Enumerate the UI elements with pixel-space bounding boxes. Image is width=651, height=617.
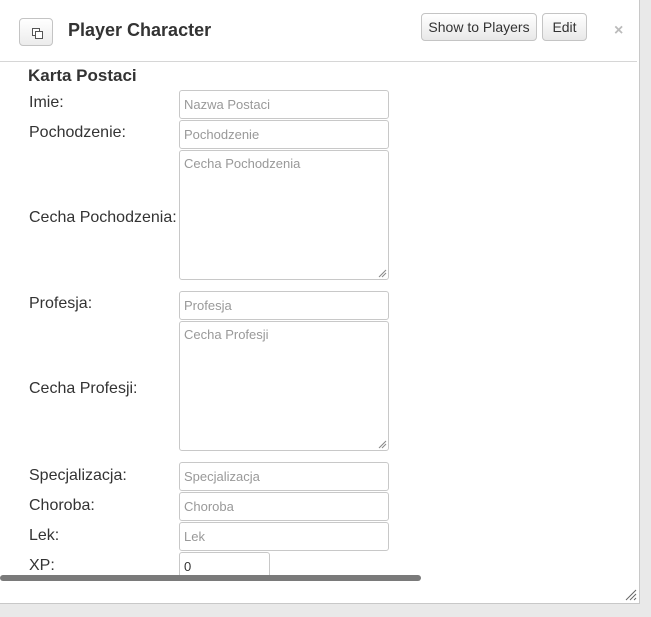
popout-button[interactable] (19, 18, 53, 46)
origin-trait-label: Cecha Pochodzenia: (29, 209, 177, 226)
dialog-header: Player Character Show to Players Edit × (0, 0, 637, 62)
profession-field[interactable] (179, 291, 389, 320)
close-icon[interactable]: × (614, 22, 623, 40)
dialog-title: Player Character (68, 20, 212, 40)
character-sheet-dialog: Player Character Show to Players Edit × … (0, 0, 640, 604)
disease-field[interactable] (179, 492, 389, 521)
name-field[interactable] (179, 90, 389, 119)
show-to-players-button[interactable]: Show to Players (421, 13, 537, 41)
textarea-resize-grip-icon[interactable] (378, 440, 387, 449)
origin-label: Pochodzenie: (29, 124, 126, 141)
sheet-content[interactable]: Karta Postaci Imie: Pochodzenie: Cecha P… (0, 62, 637, 582)
resize-grip-icon[interactable] (625, 589, 637, 601)
profession-trait-label: Cecha Profesji: (29, 380, 138, 397)
sheet-title: Karta Postaci (28, 66, 137, 85)
profession-trait-field[interactable] (179, 321, 389, 451)
origin-field[interactable] (179, 120, 389, 149)
disease-label: Choroba: (29, 497, 95, 514)
horizontal-scrollbar[interactable] (0, 575, 421, 581)
specialization-field[interactable] (179, 462, 389, 491)
origin-trait-field[interactable] (179, 150, 389, 280)
fear-label: Lek: (29, 527, 60, 544)
profession-label: Profesja: (29, 295, 93, 312)
name-label: Imie: (29, 94, 64, 111)
xp-label: XP: (29, 557, 55, 574)
textarea-resize-grip-icon[interactable] (378, 269, 387, 278)
fear-field[interactable] (179, 522, 389, 551)
edit-button[interactable]: Edit (542, 13, 587, 41)
specialization-label: Specjalizacja: (29, 467, 127, 484)
